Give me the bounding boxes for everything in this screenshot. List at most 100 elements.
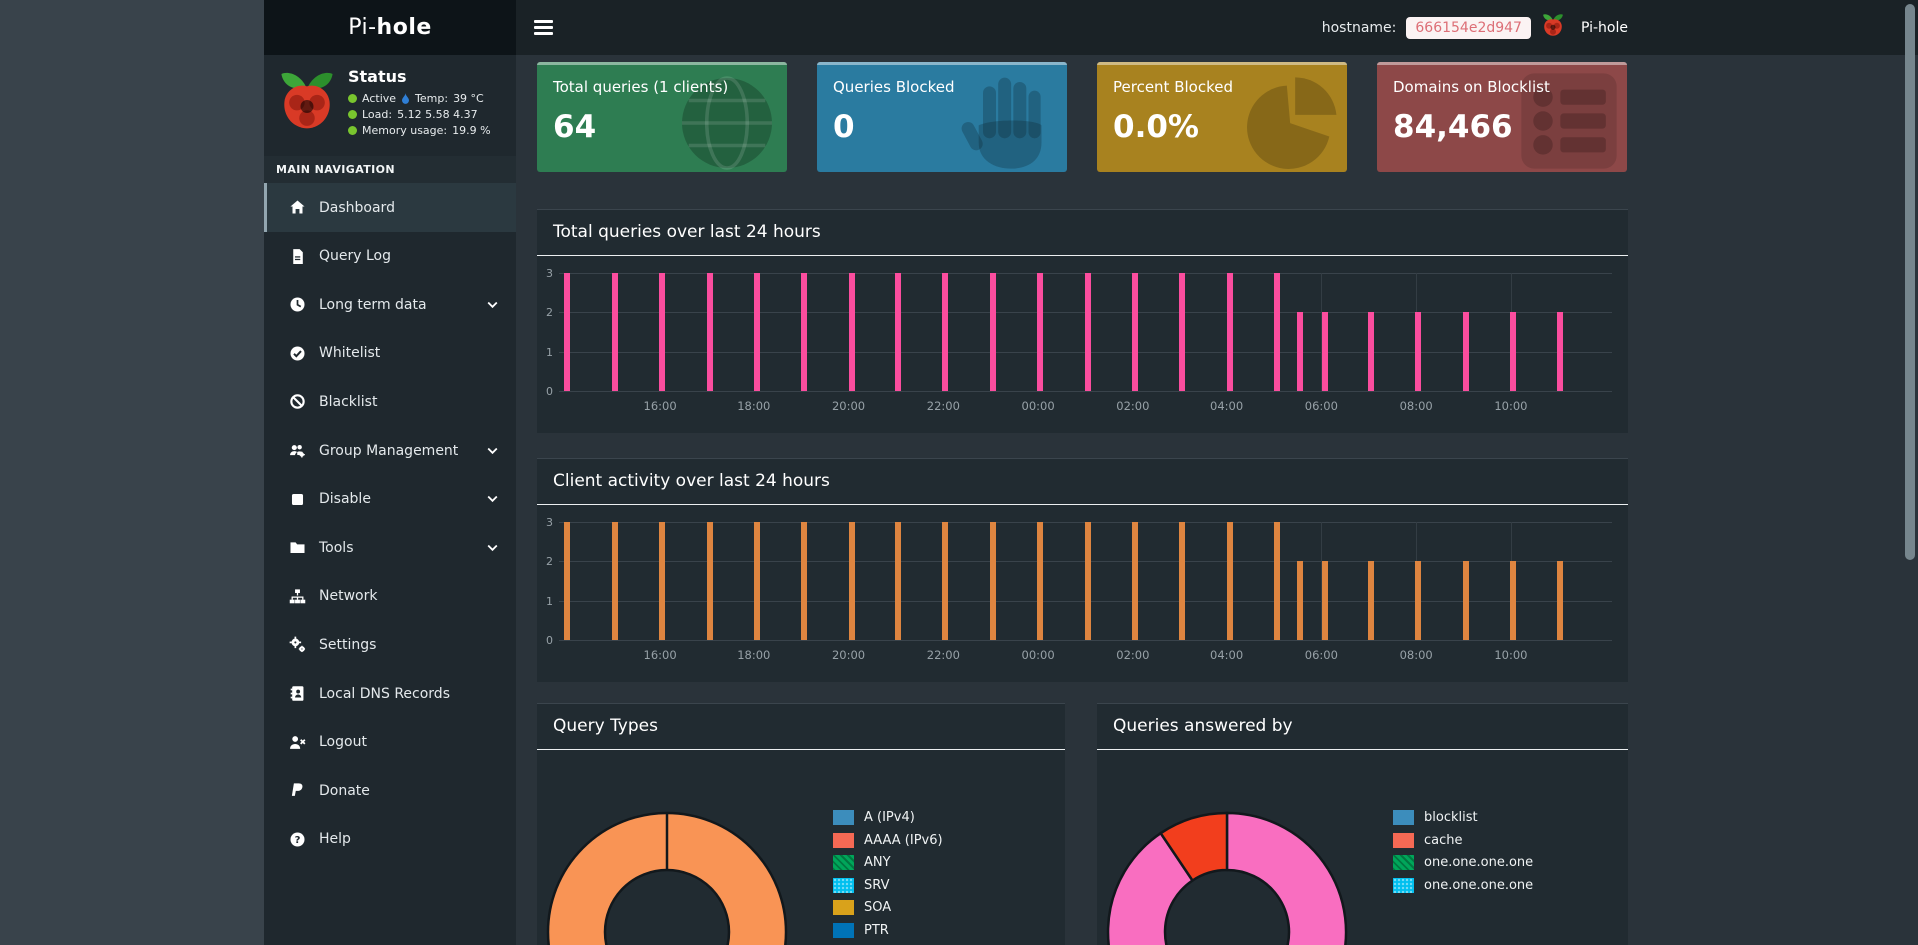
x-axis-tick-label: 16:00 <box>643 648 677 662</box>
stat-card-value: 0 <box>833 109 855 145</box>
panel-total-queries-title: Total queries over last 24 hours <box>537 210 1628 256</box>
query-bar <box>1510 561 1517 640</box>
query-bar <box>895 522 902 640</box>
gridline-y <box>559 640 1612 641</box>
legend-item-any[interactable]: ANY <box>833 855 943 870</box>
query-bar <box>848 522 855 640</box>
stop-icon <box>291 493 304 505</box>
sidebar-item-group-management[interactable]: Group Management <box>264 426 516 475</box>
legend-item-aaaa-ipv6-[interactable]: AAAA (IPv6) <box>833 832 943 848</box>
sidebar-item-network[interactable]: Network <box>264 572 516 621</box>
sidebar-item-settings[interactable]: Settings <box>264 621 516 670</box>
gridline-y <box>559 391 1612 392</box>
sidebar-item-logout[interactable]: Logout <box>264 718 516 767</box>
check-circle-icon <box>290 346 305 361</box>
svg-text:?: ? <box>295 835 301 846</box>
sidebar-item-label: Tools <box>319 539 354 556</box>
query-bar <box>753 273 760 391</box>
query-bar <box>942 273 949 391</box>
legend-item-ptr[interactable]: PTR <box>833 922 943 938</box>
panel-queries-answered-by-title: Queries answered by <box>1097 704 1628 750</box>
legend-item-srv[interactable]: SRV <box>833 877 943 893</box>
y-axis-tick-label: 3 <box>546 267 553 280</box>
status-active-dot <box>348 94 357 103</box>
panel-client-activity-title: Client activity over last 24 hours <box>537 459 1628 505</box>
query-bar <box>564 522 571 640</box>
sidebar-item-label: Donate <box>319 782 370 799</box>
legend-label: one.one.one.one <box>1424 877 1534 893</box>
queries-answered-by-chart: blocklist cache one.one.one.one one.one.one… <box>1097 750 1628 945</box>
legend-color-swatch <box>1393 810 1414 825</box>
sidebar-item-blacklist[interactable]: Blacklist <box>264 378 516 427</box>
query-types-donut <box>545 810 789 945</box>
sidebar-item-label: Disable <box>319 491 371 508</box>
x-axis-tick-label: 20:00 <box>831 648 866 662</box>
sidebar-item-tools[interactable]: Tools <box>264 523 516 572</box>
panel-queries-answered-by: Queries answered by blocklist cache one.on… <box>1097 703 1628 945</box>
panel-total-queries: Total queries over last 24 hours 0 1 2 3 16:… <box>537 209 1628 433</box>
sidebar-item-query-log[interactable]: Query Log <box>264 232 516 281</box>
sidebar-item-dashboard[interactable]: Dashboard <box>264 183 516 232</box>
legend-item-a-ipv4-[interactable]: A (IPv4) <box>833 810 943 825</box>
chevron-down-icon <box>487 491 498 507</box>
queries-answered-by-donut <box>1105 810 1349 945</box>
x-axis-tick-label: 18:00 <box>737 399 771 413</box>
sidebar-item-local-dns-records[interactable]: Local DNS Records <box>264 669 516 718</box>
legend-item-one-one-one-one[interactable]: one.one.one.one <box>1393 877 1534 893</box>
legend-color-swatch <box>833 855 854 870</box>
sidebar-item-donate[interactable]: Donate <box>264 766 516 815</box>
x-axis-tick-label: 10:00 <box>1494 399 1528 413</box>
stat-card-title: Queries Blocked <box>833 78 955 96</box>
hostname-label: hostname: <box>1321 19 1397 36</box>
legend-item-cache[interactable]: cache <box>1393 832 1533 848</box>
status-title: Status <box>348 67 407 86</box>
x-axis-tick-label: 04:00 <box>1210 648 1244 662</box>
app-logo[interactable]: Pi-hole <box>264 0 516 55</box>
navbar-right-group: hostname: 666154e2d947 Pi-hole <box>1322 0 1628 55</box>
y-axis-tick-label: 2 <box>546 306 553 320</box>
query-bar <box>801 273 808 391</box>
x-axis-tick-label: 16:00 <box>643 399 677 413</box>
legend-item-soa[interactable]: SOA <box>833 900 943 915</box>
sidebar-item-disable[interactable]: Disable <box>264 475 516 524</box>
x-axis-tick-label: 08:00 <box>1399 648 1433 662</box>
x-axis-tick-label: 22:00 <box>926 399 960 413</box>
sidebar-toggle-icon[interactable] <box>534 17 556 37</box>
legend-label: SRV <box>864 877 890 893</box>
query-bar <box>1084 273 1091 391</box>
legend-label: SOA <box>864 900 892 915</box>
stat-card-title: Percent Blocked <box>1113 78 1233 96</box>
query-bar <box>1131 522 1138 640</box>
chevron-down-icon <box>487 540 498 556</box>
panel-query-types-title: Query Types <box>537 704 1065 750</box>
status-row-active: Active Temp: 39 °C <box>348 92 491 105</box>
load-value: 5.12 5.58 4.37 <box>397 108 478 121</box>
legend-label: PTR <box>864 922 889 938</box>
hostname-badge: 666154e2d947 <box>1406 16 1531 39</box>
query-bar <box>1226 522 1233 640</box>
stat-card-title: Domains on Blocklist <box>1393 78 1550 96</box>
y-axis-tick-label: 0 <box>546 634 553 647</box>
query-bar <box>1297 312 1304 391</box>
query-bar <box>1415 561 1422 640</box>
page-scrollbar[interactable] <box>1905 4 1915 560</box>
client-activity-chart: 0 1 2 3 16:00 18:00 20:00 22:00 00:00 02:00 04:00 0… <box>537 505 1628 682</box>
legend-item-blocklist[interactable]: blocklist <box>1393 810 1533 825</box>
main-content: Total queries (1 clients) 64 Queries Block… <box>516 55 1918 945</box>
sidebar-item-long-term-data[interactable]: Long term data <box>264 280 516 329</box>
query-bar <box>848 273 855 391</box>
query-bar <box>1367 312 1374 391</box>
status-block: Status Active Temp: 39 °C Load: 5.12 5.5… <box>264 55 516 156</box>
query-bar <box>1321 561 1328 640</box>
sitemap-icon <box>289 589 306 604</box>
sidebar-item-label: Local DNS Records <box>319 685 450 702</box>
temp-label: Temp: <box>415 92 449 105</box>
address-book-icon <box>290 686 304 701</box>
legend-item-one-one-one-one[interactable]: one.one.one.one <box>1393 855 1533 870</box>
sidebar-item-whitelist[interactable]: Whitelist <box>264 329 516 378</box>
x-axis-tick-label: 18:00 <box>737 648 771 662</box>
chevron-down-icon <box>487 297 498 313</box>
y-axis-tick-label: 3 <box>546 516 553 529</box>
nav-section-header: MAIN NAVIGATION <box>264 156 516 184</box>
sidebar-item-help[interactable]: ? Help <box>264 815 516 864</box>
